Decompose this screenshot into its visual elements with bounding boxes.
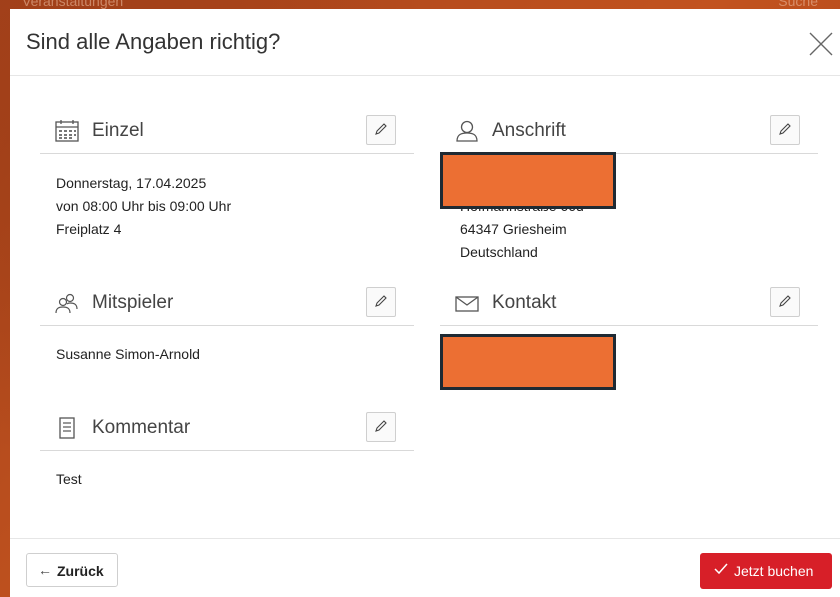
section-mitspieler-content: Susanne Simon-Arnold xyxy=(56,343,200,366)
booking-date: Donnerstag, 17.04.2025 xyxy=(56,175,207,191)
pencil-icon xyxy=(375,295,387,307)
book-now-label: Jetzt buchen xyxy=(734,563,814,579)
address-city: 64347 Griesheim xyxy=(460,221,567,237)
section-einzel-title: Einzel xyxy=(92,120,144,141)
booking-time: von 08:00 Uhr bis 09:00 Uhr xyxy=(56,198,232,214)
edit-mitspieler-button[interactable] xyxy=(366,287,396,317)
section-kontakt-header: Kontakt xyxy=(440,281,818,326)
address-country: Deutschland xyxy=(460,244,538,260)
partner-name: Susanne Simon-Arnold xyxy=(56,346,200,362)
dialog-title: Sind alle Angaben richtig? xyxy=(26,29,281,54)
section-kommentar-title: Kommentar xyxy=(92,417,191,438)
users-icon xyxy=(54,291,80,315)
section-anschrift-header: Anschrift xyxy=(440,109,818,154)
section-kommentar-content: Test xyxy=(56,468,82,491)
arrow-left-icon: ← xyxy=(38,562,52,578)
pencil-icon xyxy=(375,123,387,135)
user-icon xyxy=(454,119,480,143)
edit-kontakt-button[interactable] xyxy=(770,287,800,317)
mail-icon xyxy=(454,291,480,315)
edit-kommentar-button[interactable] xyxy=(366,412,396,442)
pencil-icon xyxy=(779,123,791,135)
close-icon[interactable] xyxy=(808,31,834,57)
background-nav-text: Veranstaltungen xyxy=(22,0,124,9)
back-button[interactable]: ← Zurück xyxy=(26,553,118,587)
booking-court: Freiplatz 4 xyxy=(56,221,122,237)
comment-text: Test xyxy=(56,471,82,487)
check-icon xyxy=(714,562,728,579)
section-mitspieler-title: Mitspieler xyxy=(92,292,174,313)
document-icon xyxy=(54,416,80,440)
section-kommentar-header: Kommentar xyxy=(40,406,414,451)
background-search-text: Suche xyxy=(778,0,818,9)
section-einzel-content: Donnerstag, 17.04.2025 von 08:00 Uhr bis… xyxy=(56,172,231,241)
section-einzel-header: Einzel xyxy=(40,109,414,154)
book-now-button[interactable]: Jetzt buchen xyxy=(700,553,832,589)
section-kontakt-title: Kontakt xyxy=(492,292,557,313)
redaction-box xyxy=(440,152,616,209)
section-anschrift-title: Anschrift xyxy=(492,120,566,141)
dialog-header: Sind alle Angaben richtig? xyxy=(10,9,840,76)
back-button-label: Zurück xyxy=(57,563,104,579)
section-mitspieler-header: Mitspieler xyxy=(40,281,414,326)
pencil-icon xyxy=(779,295,791,307)
edit-anschrift-button[interactable] xyxy=(770,115,800,145)
dialog-footer: ← Zurück Jetzt buchen xyxy=(10,538,840,597)
calendar-icon xyxy=(54,119,80,143)
redaction-box xyxy=(440,334,616,390)
pencil-icon xyxy=(375,420,387,432)
confirmation-dialog: Sind alle Angaben richtig? Einzel Donner… xyxy=(10,9,840,597)
edit-einzel-button[interactable] xyxy=(366,115,396,145)
